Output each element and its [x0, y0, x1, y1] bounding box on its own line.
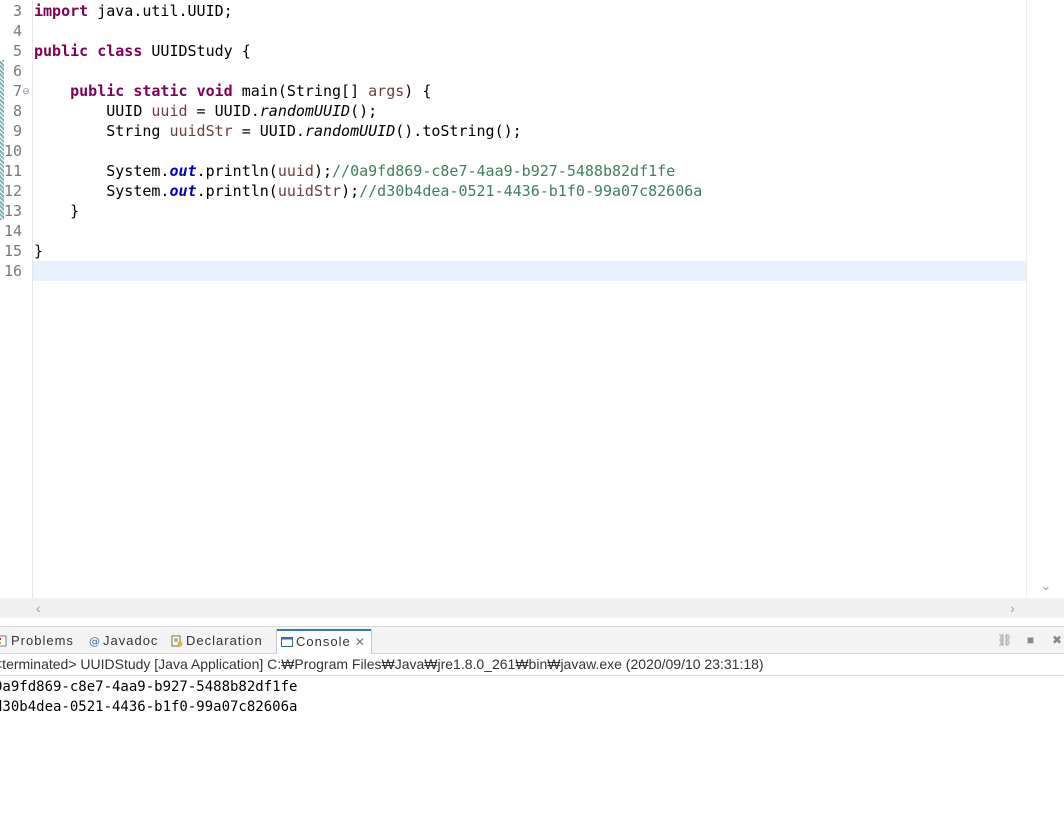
terminate-icon[interactable]: ■ [1024, 633, 1038, 647]
code-line[interactable]: System.out.println(uuidStr);//d30b4dea-0… [33, 181, 1026, 201]
problems-icon [0, 631, 8, 647]
tab-label: Declaration [186, 633, 263, 648]
current-line-highlight[interactable] [33, 261, 1026, 281]
tab-console[interactable]: Console ✕ [276, 629, 372, 654]
code-line[interactable]: System.out.println(uuid);//0a9fd869-c8e7… [33, 161, 1026, 181]
line-number: 13 [3, 202, 22, 220]
local-variable: uuidStr [277, 182, 342, 200]
console-toolbar: ⛓ ■ ✖ [989, 631, 1064, 649]
line-number: 14 [3, 222, 22, 240]
code-line[interactable]: String uuidStr = UUID.randomUUID().toStr… [33, 121, 1026, 141]
close-icon[interactable]: ✕ [355, 635, 365, 649]
keyword: class [97, 42, 143, 60]
code-token: main(String[] [232, 82, 369, 100]
horizontal-scrollbar[interactable]: ‹ › [0, 598, 1064, 618]
keyword: import [34, 2, 89, 20]
keyword: public [34, 42, 89, 60]
code-token: ); [313, 162, 333, 180]
code-token: (); [350, 102, 378, 120]
code-line[interactable]: public class UUIDStudy { [33, 41, 1026, 61]
line-number: 10 [3, 142, 22, 160]
svg-text:@: @ [89, 635, 100, 647]
static-field: out [169, 162, 197, 180]
code-token: } [34, 242, 44, 260]
code-token: = UUID. [187, 102, 260, 120]
tab-label: Problems [11, 633, 74, 648]
tab-problems[interactable]: Problems [0, 629, 74, 653]
code-token: System. [106, 162, 170, 180]
scroll-left-icon[interactable]: ‹ [36, 598, 41, 618]
bottom-panel: Problems @ Javadoc Declaration Console ✕ … [0, 626, 1064, 835]
line-number-gutter: 3 4 5 6 7 ⊖ 8 9 10 11 12 13 14 15 16 [0, 0, 33, 598]
static-method: randomUUID [304, 122, 396, 140]
code-token: ) { [404, 82, 432, 100]
scroll-down-icon[interactable]: ⌄ [1027, 578, 1064, 594]
code-token: String [106, 122, 170, 140]
code-editor[interactable]: 3 4 5 6 7 ⊖ 8 9 10 11 12 13 14 15 16 imp… [0, 0, 1064, 622]
line-number: 9 [12, 122, 22, 140]
remove-launch-icon[interactable]: ✖ [1050, 633, 1064, 647]
code-text-area[interactable]: import java.util.UUID; public class UUID… [33, 0, 1026, 598]
code-comment: //0a9fd869-c8e7-4aa9-b927-5488b82df1fe [332, 162, 676, 180]
declaration-icon [171, 631, 183, 647]
code-token: ().toString(); [395, 122, 522, 140]
line-number: 4 [12, 22, 22, 40]
console-output-line: 0a9fd869-c8e7-4aa9-b927-5488b82df1fe [0, 679, 298, 695]
code-token: .println( [196, 162, 278, 180]
scroll-right-icon[interactable]: › [1010, 598, 1015, 618]
pin-console-icon[interactable]: ⛓ [997, 633, 1012, 647]
panel-tab-bar: Problems @ Javadoc Declaration Console ✕ … [0, 627, 1064, 654]
console-process-label: <terminated> UUIDStudy [Java Application… [0, 654, 1064, 676]
line-number: 16 [3, 262, 22, 280]
code-line[interactable]: UUID uuid = UUID.randomUUID(); [33, 101, 1026, 121]
parameter: args [368, 82, 405, 100]
tab-label: Javadoc [103, 633, 159, 648]
line-number: 3 [12, 2, 22, 20]
static-method: randomUUID [259, 102, 351, 120]
console-output-line: d30b4dea-0521-4436-b1f0-99a07c82606a [0, 699, 298, 715]
line-number: 7 [12, 82, 22, 100]
console-icon [281, 632, 293, 647]
line-number: 12 [3, 182, 22, 200]
code-token: java.util.UUID; [88, 2, 233, 20]
tab-label: Console [296, 634, 351, 649]
tab-declaration[interactable]: Declaration [171, 629, 263, 653]
local-variable: uuid [151, 102, 188, 120]
code-token: .println( [196, 182, 278, 200]
code-comment: //d30b4dea-0521-4436-b1f0-99a07c82606a [359, 182, 703, 200]
tab-javadoc[interactable]: @ Javadoc [88, 629, 158, 653]
line-number: 5 [12, 42, 22, 60]
fold-collapse-icon[interactable]: ⊖ [22, 87, 30, 96]
eclipse-window: 3 4 5 6 7 ⊖ 8 9 10 11 12 13 14 15 16 imp… [0, 0, 1064, 835]
local-variable: uuid [277, 162, 314, 180]
vertical-scrollbar[interactable]: ⌄ [1026, 0, 1064, 598]
javadoc-icon: @ [88, 631, 100, 648]
code-line[interactable]: public static void main(String[] args) { [33, 81, 1026, 101]
static-field: out [169, 182, 197, 200]
local-variable: uuidStr [169, 122, 233, 140]
code-line[interactable]: import java.util.UUID; [33, 1, 1026, 21]
keyword: void [196, 82, 233, 100]
code-token: UUIDStudy { [142, 42, 251, 60]
code-token: ); [341, 182, 360, 200]
code-line[interactable]: } [33, 201, 1026, 221]
line-number: 15 [3, 242, 22, 260]
code-token: UUID [106, 102, 152, 120]
keyword: public [70, 82, 125, 100]
keyword: static [133, 82, 188, 100]
code-token: = UUID. [232, 122, 305, 140]
code-line[interactable]: } [33, 241, 1026, 261]
line-number: 8 [12, 102, 22, 120]
line-number: 11 [3, 162, 22, 180]
code-token: System. [106, 182, 170, 200]
code-token: } [70, 202, 80, 220]
line-number: 6 [12, 62, 22, 80]
